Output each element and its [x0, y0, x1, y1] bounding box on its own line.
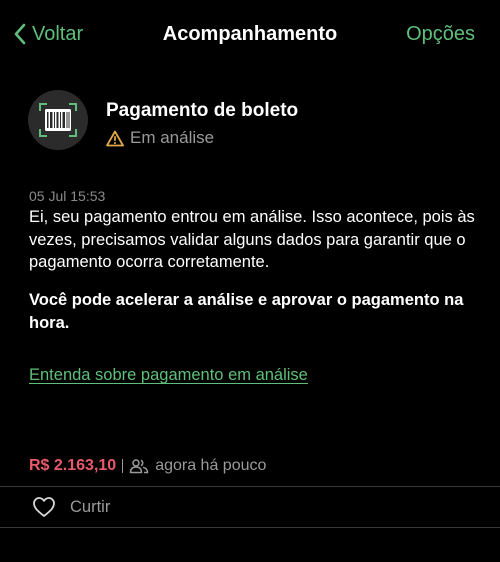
learn-more-link[interactable]: Entenda sobre pagamento em análise	[29, 364, 308, 386]
warning-icon	[106, 130, 124, 146]
chevron-left-icon	[14, 23, 26, 45]
payment-header: Pagamento de boleto Em análise	[28, 90, 478, 160]
payment-title: Pagamento de boleto	[106, 100, 299, 121]
time-ago: agora há pouco	[155, 457, 267, 474]
like-button[interactable]: Curtir	[32, 496, 110, 518]
like-label: Curtir	[70, 498, 111, 516]
people-icon	[129, 459, 149, 474]
options-button[interactable]: Opções	[406, 20, 475, 48]
transaction-meta: R$ 2.163,10 agora há pouco	[29, 455, 266, 477]
divider	[0, 527, 500, 528]
divider	[0, 486, 500, 487]
amount-value: R$ 2.163,10	[29, 457, 117, 474]
message-timestamp: 05 Jul 15:53	[29, 188, 106, 204]
message-highlight: Você pode acelerar a análise e aprovar o…	[29, 291, 464, 332]
heart-icon	[33, 497, 55, 517]
message-body: Ei, seu pagamento entrou em análise. Iss…	[29, 208, 475, 271]
navigation-bar: Voltar Acompanhamento Opções	[0, 0, 500, 68]
back-label: Voltar	[32, 23, 84, 45]
back-button[interactable]: Voltar	[12, 20, 83, 48]
status-label: Em análise	[130, 128, 215, 147]
meta-separator	[122, 459, 124, 473]
status-badge: Em análise	[106, 127, 214, 149]
barcode-icon	[28, 90, 88, 150]
